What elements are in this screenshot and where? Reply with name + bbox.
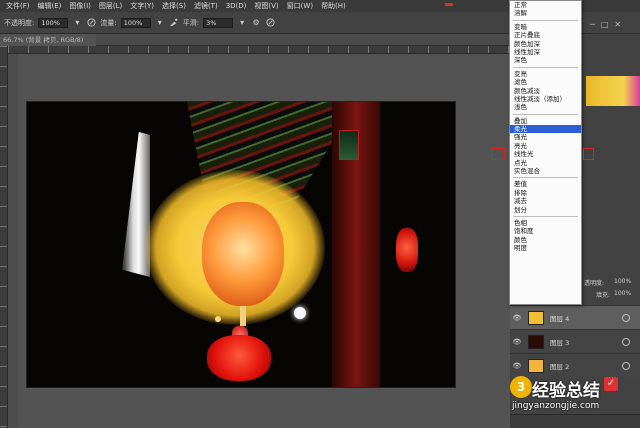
layer-fill-value[interactable]: 100% [614, 290, 631, 297]
eye-icon[interactable]: 👁 [510, 338, 524, 346]
blend-mode-option[interactable]: 饱和度 [510, 227, 581, 235]
menu-help[interactable]: 帮助(H) [317, 1, 350, 11]
watermark-text: 经验总结 [532, 381, 600, 401]
blend-mode-option[interactable]: 浅色 [510, 103, 581, 111]
hanging-sign [339, 130, 359, 160]
opacity-field[interactable]: 100% [38, 17, 69, 28]
chevron-down-icon[interactable]: ▾ [72, 18, 82, 28]
blend-mode-option[interactable]: 划分 [510, 206, 581, 214]
layer-row[interactable]: 👁 图层 4 [510, 305, 640, 329]
menu-3d[interactable]: 3D(D) [222, 2, 251, 10]
airbrush-icon[interactable] [169, 18, 179, 28]
minimize-icon[interactable]: ─ [590, 20, 595, 29]
blend-mode-option[interactable]: 颜色加深 [510, 40, 581, 48]
window-indicator [445, 3, 453, 6]
menu-select[interactable]: 选择(S) [158, 1, 190, 11]
highlight-box [583, 148, 594, 160]
blend-mode-option[interactable]: 变亮 [510, 70, 581, 78]
window-controls: ─ □ ✕ [590, 16, 640, 32]
layer-thumbnail [528, 334, 544, 349]
pressure-size-icon[interactable] [265, 18, 275, 28]
blend-mode-option[interactable]: 亮光 [510, 142, 581, 150]
menu-window[interactable]: 窗口(W) [283, 1, 317, 11]
watermark-url: jingyanzongjie.com [512, 401, 600, 411]
red-lantern-bottom [207, 335, 271, 381]
chevron-down-icon[interactable]: ▾ [237, 18, 247, 28]
blend-mode-option[interactable]: 明度 [510, 244, 581, 252]
blend-mode-option[interactable]: 点光 [510, 159, 581, 167]
menu-image[interactable]: 图像(I) [65, 1, 95, 11]
blend-mode-option[interactable]: 溶解 [510, 9, 581, 17]
menu-view[interactable]: 视图(V) [250, 1, 282, 11]
blend-mode-option[interactable]: 强光 [510, 133, 581, 141]
menu-separator [513, 177, 578, 179]
smoothing-label: 平滑: [182, 18, 200, 27]
highlight-box [491, 148, 505, 160]
horizontal-ruler [8, 46, 510, 54]
menu-filter[interactable]: 滤镜(T) [190, 1, 222, 11]
layer-fill-label: 填充: [596, 292, 611, 299]
layers-controls: 透明度: 100% 填充: 100% [582, 262, 640, 302]
menu-separator [513, 19, 578, 21]
blend-mode-option[interactable]: 线性光 [510, 150, 581, 158]
blend-mode-option[interactable]: 深色 [510, 56, 581, 64]
glowing-lantern [202, 202, 284, 306]
red-lantern-right [396, 228, 418, 272]
layer-name: 图层 2 [550, 362, 570, 371]
layer-thumbnail [528, 310, 544, 325]
menu-file[interactable]: 文件(F) [2, 1, 34, 11]
color-swatch[interactable] [586, 76, 640, 106]
menu-type[interactable]: 文字(Y) [126, 1, 158, 11]
layer-name: 图层 3 [550, 338, 570, 347]
layer-opacity-label: 透明度: [584, 280, 605, 287]
blend-mode-option[interactable]: 叠加 [510, 117, 581, 125]
layer-row[interactable]: 👁 图层 2 [510, 353, 640, 377]
lantern-tassel [240, 306, 246, 326]
blend-mode-option[interactable]: 实色混合 [510, 167, 581, 175]
gear-icon[interactable]: ⚙ [251, 18, 261, 28]
layer-name: 图层 4 [550, 314, 570, 323]
blend-mode-option[interactable]: 颜色 [510, 236, 581, 244]
blend-mode-option[interactable]: 排除 [510, 189, 581, 197]
maximize-icon[interactable]: □ [601, 20, 609, 29]
blend-mode-dropdown[interactable]: 正常 溶解 变暗 正片叠底 颜色加深 线性加深 深色 变亮 滤色 颜色减淡 线性… [509, 0, 582, 305]
check-icon: ✓ [604, 377, 618, 391]
canvas-image[interactable] [26, 101, 456, 388]
street-light [294, 307, 306, 319]
watermark-logo: 3 [510, 376, 532, 398]
layer-style-icon[interactable] [622, 361, 630, 370]
layers-footer [510, 414, 640, 428]
blend-mode-option[interactable]: 差值 [510, 180, 581, 188]
document-tab[interactable]: 66.7% (背景 拷贝, RGB/8) *× [0, 34, 96, 56]
menu-layer[interactable]: 图层(L) [95, 1, 126, 11]
flow-field[interactable]: 100% [120, 17, 151, 28]
pressure-opacity-icon[interactable] [86, 18, 96, 28]
menu-separator [513, 215, 578, 217]
eye-icon[interactable]: 👁 [510, 314, 524, 322]
flow-label: 流量: [100, 18, 117, 27]
blend-mode-option[interactable]: 滤色 [510, 78, 581, 86]
blend-mode-option[interactable]: 颜色减淡 [510, 87, 581, 95]
smoothing-field[interactable]: 3% [203, 17, 234, 28]
tools-panel [8, 54, 18, 428]
chevron-down-icon[interactable]: ▾ [155, 18, 165, 28]
layer-style-icon[interactable] [622, 313, 630, 322]
document-tab-bar: 66.7% (背景 拷贝, RGB/8) *× [0, 34, 510, 56]
eye-icon[interactable]: 👁 [510, 362, 524, 370]
close-icon[interactable]: ✕ [614, 20, 621, 29]
opacity-label: 不透明度: [4, 18, 35, 27]
blend-mode-option[interactable]: 减去 [510, 197, 581, 205]
layer-thumbnail [528, 358, 544, 373]
blend-mode-option[interactable]: 正片叠底 [510, 31, 581, 39]
layer-row[interactable]: 👁 图层 3 [510, 329, 640, 353]
vertical-ruler [0, 46, 8, 428]
photoshop-window: 文件(F) 编辑(E) 图像(I) 图层(L) 文字(Y) 选择(S) 滤镜(T… [0, 0, 640, 428]
layer-opacity-value[interactable]: 100% [614, 278, 631, 285]
layer-style-icon[interactable] [622, 337, 630, 346]
blend-mode-option[interactable]: 变暗 [510, 23, 581, 31]
menu-edit[interactable]: 编辑(E) [34, 1, 66, 11]
menu-separator [513, 113, 578, 115]
menu-separator [513, 66, 578, 68]
